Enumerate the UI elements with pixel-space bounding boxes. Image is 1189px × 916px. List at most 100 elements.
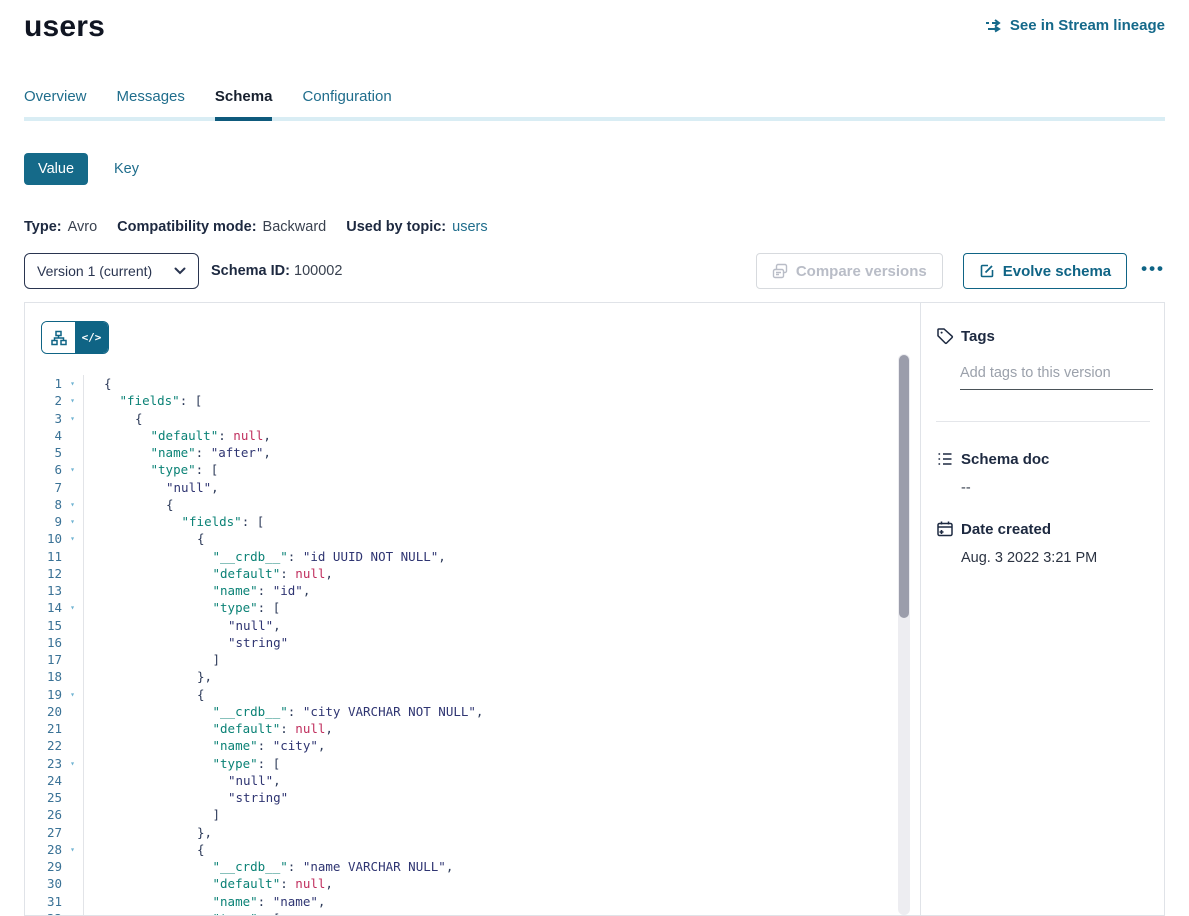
- collapse-arrow-icon[interactable]: ▾: [62, 755, 83, 772]
- schema-sidebar: Tags Schema doc --: [920, 303, 1164, 915]
- code-text: "name": "city",: [83, 737, 920, 754]
- schema-meta-row: Type: Avro Compatibility mode: Backward …: [24, 219, 1165, 235]
- code-line: 31 "name": "name",: [25, 893, 920, 910]
- line-number: 2: [25, 392, 62, 409]
- line-number: 20: [25, 703, 62, 720]
- tab-configuration[interactable]: Configuration: [302, 88, 391, 121]
- line-number: 10: [25, 530, 62, 547]
- line-number: 11: [25, 548, 62, 565]
- tab-overview[interactable]: Overview: [24, 88, 87, 121]
- collapse-arrow-icon[interactable]: ▾: [62, 686, 83, 703]
- schema-json-viewer: 1▾{2▾"fields": [3▾{4"default": null,5"na…: [25, 375, 920, 916]
- collapse-arrow-spacer: [62, 444, 83, 461]
- code-text: "default": null,: [83, 427, 920, 444]
- topic-link[interactable]: users: [452, 219, 487, 235]
- stream-lineage-icon: [985, 19, 1003, 33]
- code-scrollbar-thumb[interactable]: [899, 355, 909, 618]
- collapse-arrow-icon[interactable]: ▾: [62, 599, 83, 616]
- code-view-button[interactable]: </>: [75, 322, 108, 353]
- compare-versions-button[interactable]: Compare versions: [756, 253, 943, 289]
- code-text: "name": "name",: [83, 893, 920, 910]
- evolve-schema-icon: [979, 263, 995, 279]
- collapse-arrow-spacer: [62, 824, 83, 841]
- collapse-arrow-spacer: [62, 548, 83, 565]
- code-text: "type": [: [83, 910, 920, 916]
- schema-id: Schema ID: 100002: [211, 263, 342, 279]
- line-number: 25: [25, 789, 62, 806]
- code-line: 14▾"type": [: [25, 599, 920, 616]
- line-number: 15: [25, 617, 62, 634]
- code-line: 20 "__crdb__": "city VARCHAR NOT NULL",: [25, 703, 920, 720]
- collapse-arrow-icon[interactable]: ▾: [62, 461, 83, 478]
- tree-view-button[interactable]: [42, 322, 75, 353]
- collapse-arrow-icon[interactable]: ▾: [62, 841, 83, 858]
- code-text: {: [83, 496, 920, 513]
- line-number: 18: [25, 668, 62, 685]
- tab-schema[interactable]: Schema: [215, 88, 273, 121]
- code-line: 3▾{: [25, 410, 920, 427]
- line-number: 12: [25, 565, 62, 582]
- code-line: 29"__crdb__": "name VARCHAR NULL",: [25, 858, 920, 875]
- line-number: 30: [25, 875, 62, 892]
- more-actions-button[interactable]: •••: [1141, 260, 1165, 283]
- tab-bar: Overview Messages Schema Configuration: [24, 88, 1165, 121]
- line-number: 31: [25, 893, 62, 910]
- collapse-arrow-icon[interactable]: ▾: [62, 513, 83, 530]
- code-text: "fields": [: [83, 392, 920, 409]
- collapse-arrow-icon[interactable]: ▾: [62, 530, 83, 547]
- collapse-arrow-spacer: [62, 772, 83, 789]
- key-toggle-link[interactable]: Key: [114, 161, 139, 177]
- tab-messages[interactable]: Messages: [117, 88, 185, 121]
- line-number: 14: [25, 599, 62, 616]
- collapse-arrow-spacer: [62, 634, 83, 651]
- code-scrollbar[interactable]: [898, 354, 910, 915]
- sidebar-divider: [936, 421, 1150, 422]
- code-line: 28▾{: [25, 841, 920, 858]
- code-text: "string": [83, 634, 920, 651]
- code-text: {: [83, 841, 920, 858]
- date-created-section-header: Date created: [936, 520, 1150, 538]
- collapse-arrow-spacer: [62, 875, 83, 892]
- code-line: 2▾"fields": [: [25, 392, 920, 409]
- collapse-arrow-icon[interactable]: ▾: [62, 910, 83, 916]
- code-line: 21"default": null,: [25, 720, 920, 737]
- code-pane: </> 1▾{2▾"fields": [3▾{4"default": null,…: [25, 303, 920, 915]
- collapse-arrow-spacer: [62, 582, 83, 599]
- collapse-arrow-icon[interactable]: ▾: [62, 375, 83, 392]
- line-number: 24: [25, 772, 62, 789]
- collapse-arrow-icon[interactable]: ▾: [62, 410, 83, 427]
- line-number: 17: [25, 651, 62, 668]
- stream-lineage-link[interactable]: See in Stream lineage: [985, 17, 1165, 34]
- code-line: 8▾{: [25, 496, 920, 513]
- version-select[interactable]: Version 1 (current): [24, 253, 199, 289]
- code-text: "null",: [83, 617, 920, 634]
- collapse-arrow-spacer: [62, 737, 83, 754]
- chevron-down-icon: [174, 267, 186, 275]
- line-number: 16: [25, 634, 62, 651]
- code-text: "null",: [83, 772, 920, 789]
- line-number: 9: [25, 513, 62, 530]
- tags-section-header: Tags: [936, 327, 1150, 345]
- line-number: 1: [25, 375, 62, 392]
- code-text: "default": null,: [83, 720, 920, 737]
- add-tags-input[interactable]: [960, 365, 1153, 390]
- code-text: "__crdb__": "city VARCHAR NOT NULL",: [83, 703, 920, 720]
- code-line: 13"name": "id",: [25, 582, 920, 599]
- code-line: 15 "null",: [25, 617, 920, 634]
- line-number: 32: [25, 910, 62, 916]
- compatibility-value: Backward: [263, 219, 327, 235]
- collapse-arrow-icon[interactable]: ▾: [62, 496, 83, 513]
- line-number: 26: [25, 806, 62, 823]
- code-line: 6▾"type": [: [25, 461, 920, 478]
- value-toggle-button[interactable]: Value: [24, 153, 88, 185]
- collapse-arrow-icon[interactable]: ▾: [62, 392, 83, 409]
- evolve-schema-button[interactable]: Evolve schema: [963, 253, 1127, 289]
- code-text: "__crdb__": "id UUID NOT NULL",: [83, 548, 920, 565]
- type-label: Type:: [24, 219, 62, 235]
- collapse-arrow-spacer: [62, 893, 83, 910]
- collapse-arrow-spacer: [62, 806, 83, 823]
- code-line: 16 "string": [25, 634, 920, 651]
- code-text: "default": null,: [83, 875, 920, 892]
- calendar-plus-icon: [936, 520, 954, 538]
- code-view-icon: </>: [82, 331, 102, 344]
